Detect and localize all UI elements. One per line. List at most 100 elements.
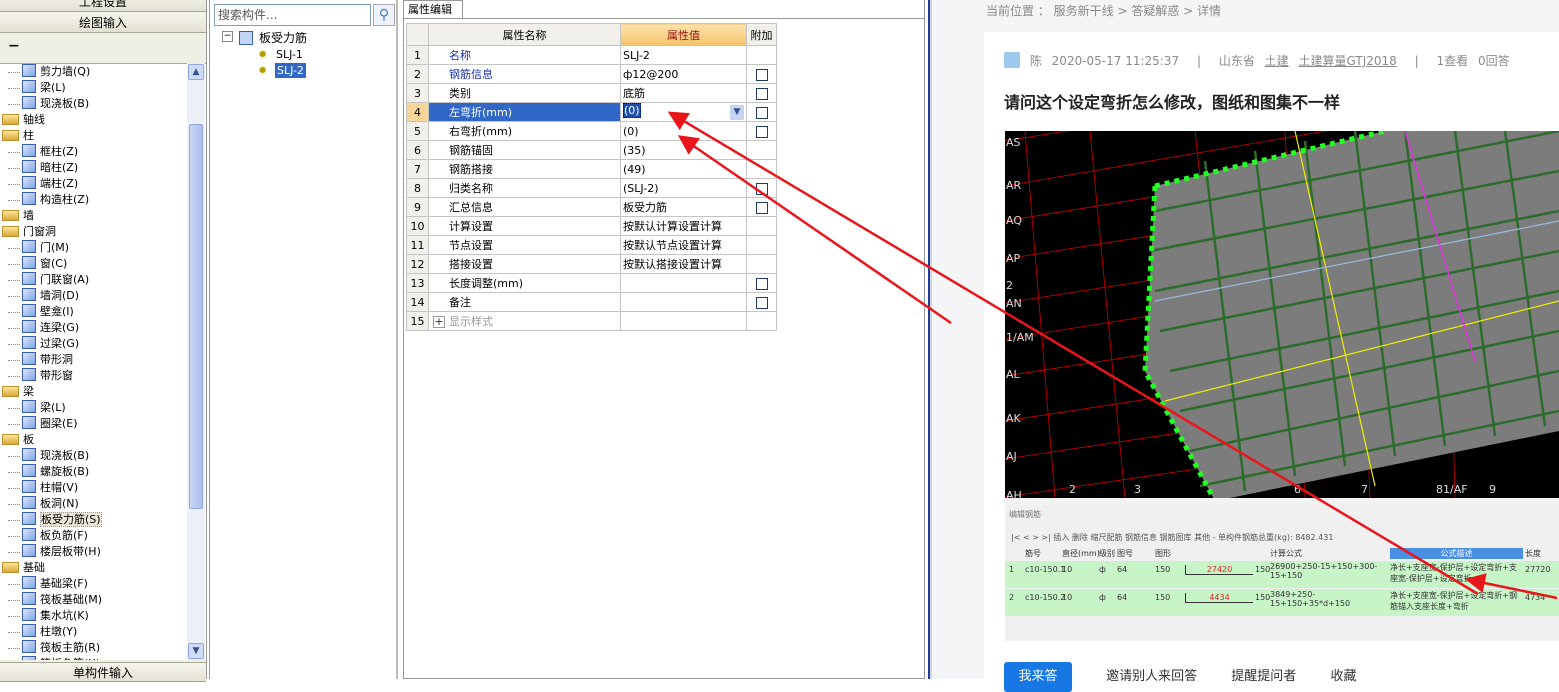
property-value[interactable] — [620, 273, 747, 293]
tree-item[interactable]: 现浇板(B) — [0, 96, 206, 112]
property-row[interactable]: 8 归类名称 (SLJ-2) — [406, 178, 777, 198]
expand-icon[interactable]: + — [433, 316, 445, 328]
tree-item[interactable]: 筏板基础(M) — [0, 592, 206, 608]
property-value[interactable]: 底筋 — [620, 83, 747, 103]
property-value[interactable]: (SLJ-2) — [620, 178, 747, 198]
tree-item[interactable]: 壁龛(I) — [0, 304, 206, 320]
property-value[interactable] — [620, 292, 747, 312]
tree-item[interactable]: 墙洞(D) — [0, 288, 206, 304]
tree-item-slj-2[interactable]: SLJ-2 — [275, 63, 306, 78]
property-row[interactable]: 4 左弯折(mm) (0) ▼ — [406, 102, 777, 122]
tree-item[interactable]: 现浇板(B) — [0, 448, 206, 464]
tree-item[interactable]: 端柱(Z) — [0, 176, 206, 192]
extra-checkbox[interactable] — [755, 296, 768, 309]
project-settings-button[interactable]: 工程设置 — [0, 0, 206, 12]
property-row[interactable]: 5 右弯折(mm) (0) — [406, 121, 777, 141]
tree-item[interactable]: 门(M) — [0, 240, 206, 256]
tree-item[interactable]: 轴线 — [0, 112, 206, 128]
tree-item[interactable]: 门窗洞 — [0, 224, 206, 240]
extra-checkbox[interactable] — [755, 182, 768, 195]
property-row[interactable]: 2 钢筋信息 ф12@200 — [406, 64, 777, 84]
tree-item[interactable]: 梁(L) — [0, 80, 206, 96]
property-value[interactable]: SLJ-2 — [620, 45, 747, 65]
property-value[interactable]: (35) — [620, 140, 747, 160]
tag-gtj2018[interactable]: 土建算量GTJ2018 — [1299, 54, 1397, 68]
invite-answer-link[interactable]: 邀请别人来回答 — [1106, 669, 1197, 684]
tab-property-edit[interactable]: 属性编辑 — [403, 0, 463, 18]
property-row[interactable]: 11 节点设置 按默认节点设置计算 — [406, 235, 777, 255]
property-row[interactable]: 15 + 显示样式 — [406, 311, 777, 331]
tag-tujian[interactable]: 土建 — [1265, 54, 1289, 68]
tree-item[interactable]: 板洞(N) — [0, 496, 206, 512]
search-input[interactable]: 搜索构件... — [214, 4, 371, 26]
scrollbar-thumb[interactable] — [189, 124, 203, 509]
collapse-node-icon[interactable]: − — [222, 31, 233, 42]
property-value[interactable]: 按默认计算设置计算 — [620, 216, 747, 236]
tree-item[interactable]: 板 — [0, 432, 206, 448]
property-row[interactable]: 12 搭接设置 按默认搭接设置计算 — [406, 254, 777, 274]
tree-item[interactable]: 构造柱(Z) — [0, 192, 206, 208]
property-row[interactable]: 1 名称 SLJ-2 — [406, 45, 777, 65]
tree-item[interactable]: 过梁(G) — [0, 336, 206, 352]
tree-item[interactable]: 基础 — [0, 560, 206, 576]
property-value[interactable]: (0) — [623, 103, 641, 118]
tree-root-label[interactable]: 板受力筋 — [259, 31, 307, 46]
tree-item[interactable]: 带形洞 — [0, 352, 206, 368]
scroll-down-icon[interactable]: ▼ — [188, 643, 204, 659]
property-value[interactable]: (49) — [620, 159, 747, 179]
tree-item[interactable]: 带形窗 — [0, 368, 206, 384]
search-icon[interactable]: ⚲ — [373, 4, 395, 26]
tree-item[interactable]: 基础梁(F) — [0, 576, 206, 592]
draw-input-button[interactable]: 绘图输入 — [0, 13, 206, 33]
extra-checkbox[interactable] — [755, 125, 768, 138]
tree-item[interactable]: 框柱(Z) — [0, 144, 206, 160]
tree-item[interactable]: 筏板主筋(R) — [0, 640, 206, 656]
property-row[interactable]: 10 计算设置 按默认计算设置计算 — [406, 216, 777, 236]
property-value[interactable]: ф12@200 — [620, 64, 747, 84]
remind-asker-link[interactable]: 提醒提问者 — [1231, 669, 1296, 684]
property-row[interactable]: 9 汇总信息 板受力筋 — [406, 197, 777, 217]
property-row[interactable]: 3 类别 底筋 — [406, 83, 777, 103]
property-value[interactable]: 板受力筋 — [620, 197, 747, 217]
tree-item[interactable]: 梁(L) — [0, 400, 206, 416]
question-screenshot[interactable]: AS AR AQ AP 2 AN 1/AM AL AK AJ AH 2 3 6 7 81/AF 9 编辑钢筋 … — [1005, 131, 1559, 641]
property-row[interactable]: 7 钢筋搭接 (49) — [406, 159, 777, 179]
tree-item[interactable]: 板受力筋(S) — [0, 512, 206, 528]
extra-checkbox[interactable] — [755, 68, 768, 81]
tree-item[interactable]: 圈梁(E) — [0, 416, 206, 432]
property-value-editor[interactable]: (0) ▼ — [620, 102, 747, 122]
tree-item[interactable]: 柱墩(Y) — [0, 624, 206, 640]
property-row[interactable]: 14 备注 — [406, 292, 777, 312]
property-row[interactable]: 6 钢筋锚固 (35) — [406, 140, 777, 160]
tree-item[interactable]: 螺旋板(B) — [0, 464, 206, 480]
tree-item[interactable]: 窗(C) — [0, 256, 206, 272]
extra-checkbox[interactable] — [755, 87, 768, 100]
extra-checkbox[interactable] — [755, 106, 768, 119]
single-component-input-button[interactable]: 单构件输入 — [0, 662, 206, 682]
tree-item[interactable]: 连梁(G) — [0, 320, 206, 336]
favorite-link[interactable]: 收藏 — [1330, 669, 1356, 684]
tree-item[interactable]: 板负筋(F) — [0, 528, 206, 544]
scroll-up-icon[interactable]: ▲ — [188, 64, 204, 80]
tree-item[interactable]: 梁 — [0, 384, 206, 400]
tree-item[interactable]: 集水坑(K) — [0, 608, 206, 624]
tree-item[interactable]: 暗柱(Z) — [0, 160, 206, 176]
extra-checkbox[interactable] — [755, 201, 768, 214]
collapse-icon[interactable]: − — [8, 38, 20, 54]
tree-item[interactable]: 柱帽(V) — [0, 480, 206, 496]
tree-item-slj-1[interactable]: SLJ-1 — [276, 47, 303, 62]
tree-item[interactable]: 门联窗(A) — [0, 272, 206, 288]
tree-item[interactable]: 筏板负筋(X) — [0, 656, 206, 660]
tree-item[interactable]: 楼层板带(H) — [0, 544, 206, 560]
answer-button[interactable]: 我来答 — [1004, 662, 1072, 692]
tree-item[interactable]: 柱 — [0, 128, 206, 144]
extra-checkbox[interactable] — [755, 277, 768, 290]
property-value[interactable]: (0) — [620, 121, 747, 141]
tree-item[interactable]: 剪力墙(Q) — [0, 64, 206, 80]
property-row[interactable]: 13 长度调整(mm) — [406, 273, 777, 293]
property-value[interactable]: 按默认搭接设置计算 — [620, 254, 747, 274]
rebar-toolbar[interactable]: |< < > >| 插入 删除 缩尺配筋 钢筋信息 钢筋图库 其他 - 单构件钢… — [1011, 532, 1333, 543]
tree-item[interactable]: 墙 — [0, 208, 206, 224]
author-name[interactable]: 陈 — [1030, 54, 1042, 68]
chevron-down-icon[interactable]: ▼ — [730, 105, 744, 120]
